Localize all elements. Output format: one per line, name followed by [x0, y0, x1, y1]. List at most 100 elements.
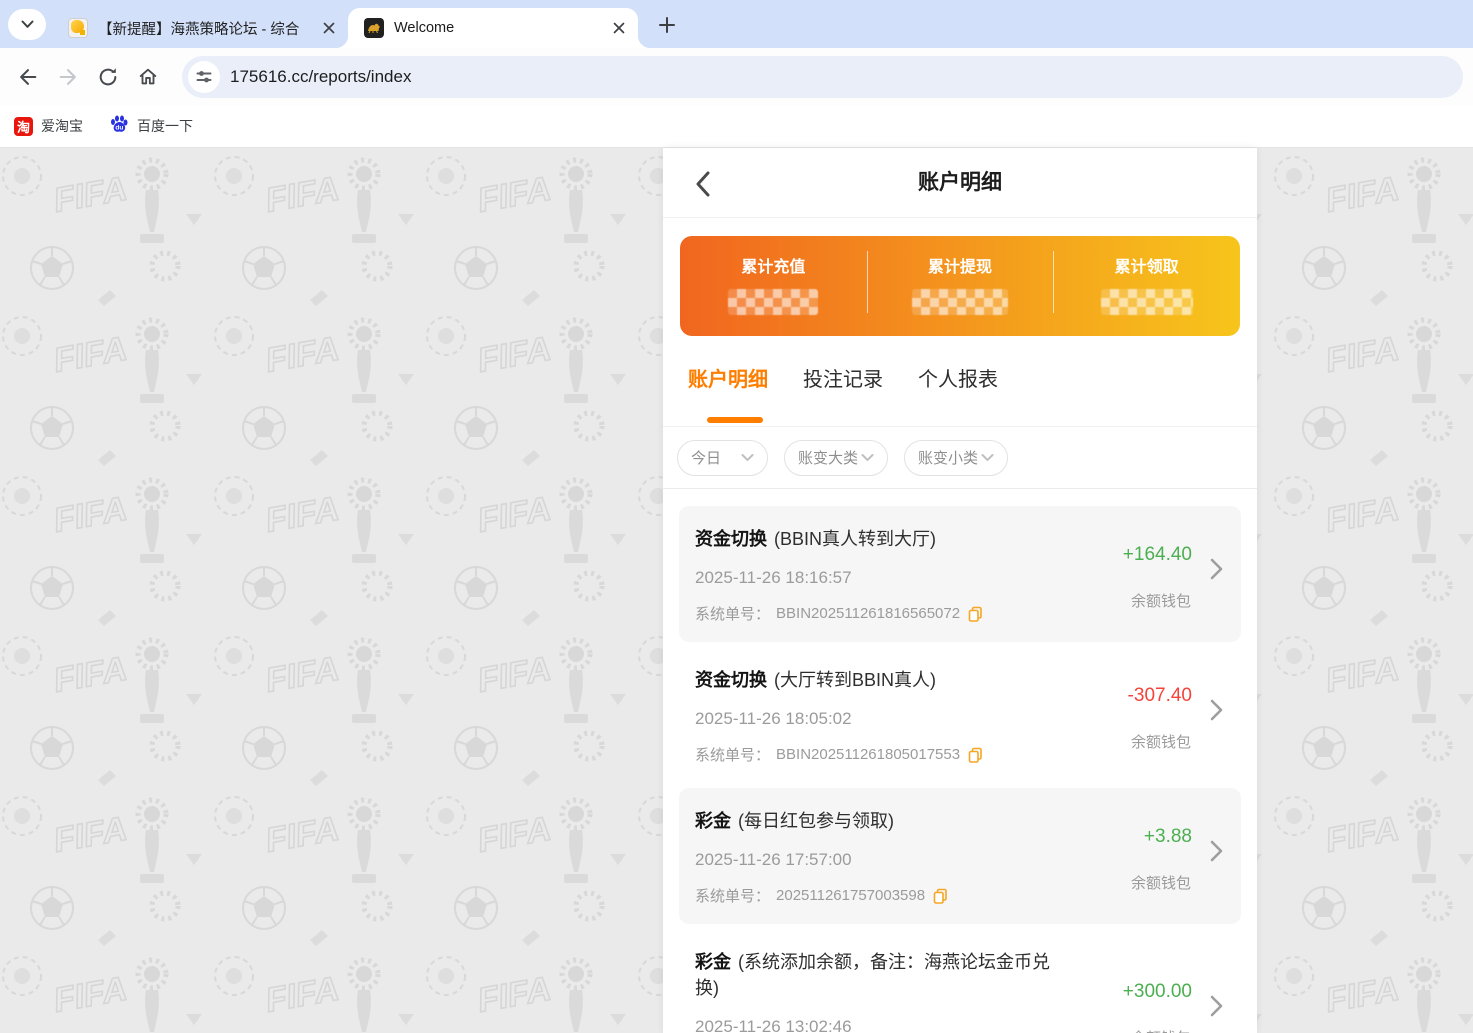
page-content: FIFA — [0, 148, 1473, 1033]
bookmark-item-1[interactable]: 淘爱淘宝 — [14, 116, 83, 136]
copy-button[interactable] — [968, 747, 983, 763]
back-nav-button[interactable] — [8, 57, 48, 97]
row-chevron-right[interactable] — [1210, 839, 1224, 868]
transaction-title: 资金切换 (大厅转到BBIN真人) — [695, 667, 1071, 693]
tab-title: 【新提醒】海燕策略论坛 - 综合 — [98, 21, 300, 38]
transaction-wallet: 余额钱包 — [1130, 875, 1191, 892]
transaction-type: 彩金 — [695, 811, 731, 831]
stat-2: 累计提现 — [866, 236, 1054, 336]
row-chevron-right[interactable] — [1210, 698, 1224, 727]
transaction-row[interactable]: 彩金 (系统添加余额，备注：海燕论坛金币兑换) 2025-11-26 13:02:4… — [679, 929, 1241, 1033]
transaction-row[interactable]: 彩金 (每日红包参与领取) 2025-11-26 17:57:00 系统单号： 2025… — [679, 788, 1241, 924]
chevron-down-icon — [861, 453, 874, 461]
masked-stat-value — [912, 289, 1008, 315]
chevron-down-icon — [741, 453, 754, 461]
browser-toolbar: 175616.cc/reports/index — [0, 48, 1473, 105]
svg-text:du: du — [115, 124, 123, 131]
transaction-description: (每日红包参与领取) — [738, 811, 894, 831]
copy-icon — [968, 606, 982, 622]
tab-search-button[interactable] — [8, 9, 46, 40]
stat-label: 累计充值 — [741, 259, 806, 276]
reload-icon — [99, 67, 117, 85]
order-label: 系统单号： — [695, 606, 771, 623]
transaction-wallet: 余额钱包 — [1130, 734, 1191, 751]
transaction-datetime: 2025-11-26 18:05:02 — [695, 709, 852, 728]
tab-个人报表[interactable]: 个人报表 — [918, 363, 998, 426]
transaction-amount: +300.00 — [1122, 981, 1192, 1002]
copy-button[interactable] — [968, 606, 983, 622]
arrow-left-icon — [20, 68, 37, 85]
masked-stat-value — [1100, 289, 1193, 315]
filter-dropdown-3[interactable]: 账变小类 — [904, 439, 1008, 476]
filter-dropdown-1[interactable]: 今日 — [677, 439, 768, 476]
transaction-order-row: 系统单号： 202511261757003598 — [695, 885, 1071, 906]
stat-1: 累计充值 — [680, 236, 867, 336]
site-settings-button[interactable] — [188, 60, 220, 93]
transaction-amount: -307.40 — [1127, 685, 1192, 706]
transaction-datetime: 2025-11-26 18:16:57 — [695, 568, 852, 587]
filter-bar: 今日 账变大类 账变小类 — [663, 427, 1257, 489]
transaction-row[interactable]: 资金切换 (大厅转到BBIN真人) 2025-11-26 18:05:02 系统单号：… — [679, 647, 1241, 783]
row-chevron-right[interactable] — [1210, 557, 1224, 586]
address-bar[interactable]: 175616.cc/reports/index — [182, 55, 1463, 98]
new-tab-button[interactable] — [650, 8, 684, 42]
bookmark-item-2[interactable]: du 百度一下 — [109, 114, 193, 139]
taobao-icon: 淘 — [14, 116, 33, 136]
transaction-wallet: 余额钱包 — [1130, 593, 1191, 610]
plus-icon — [659, 17, 675, 33]
reload-button[interactable] — [88, 57, 128, 97]
home-button[interactable] — [128, 57, 168, 97]
home-icon — [139, 68, 157, 84]
transaction-title: 彩金 (系统添加余额，备注：海燕论坛金币兑换) — [695, 949, 1071, 1001]
filter-dropdown-2[interactable]: 账变大类 — [784, 439, 888, 476]
chevron-left-icon — [696, 171, 710, 197]
row-chevron-right[interactable] — [1210, 994, 1224, 1023]
account-detail-panel: 账户明细 累计充值 累计提现 累计领取 账户明细 投注记录 个人报表 今日 账变大类 账变小… — [663, 148, 1257, 1033]
tune-icon — [196, 70, 212, 82]
browser-window: 【新提醒】海燕策略论坛 - 综合 Welcome 175616.cc/repor… — [0, 0, 1473, 1033]
transaction-type: 资金切换 — [695, 670, 767, 690]
url-text: 175616.cc/reports/index — [230, 66, 412, 86]
transaction-wallet: 余额钱包 — [1131, 1027, 1191, 1033]
masked-stat-value — [728, 289, 819, 315]
chevron-down-icon — [861, 449, 874, 467]
order-label: 系统单号： — [695, 888, 771, 905]
bookmarks-bar: 淘爱淘宝 du 百度一下 — [0, 105, 1473, 148]
tab-投注记录[interactable]: 投注记录 — [803, 363, 883, 426]
transaction-type: 资金切换 — [695, 529, 767, 549]
tab-list: 【新提醒】海燕策略论坛 - 综合 Welcome — [52, 8, 650, 48]
transaction-title: 彩金 (每日红包参与领取) — [695, 808, 1071, 834]
page-title: 账户明细 — [918, 171, 1002, 194]
chevron-right-icon — [1210, 558, 1223, 580]
chevron-right-icon — [1210, 840, 1223, 862]
transaction-order-row: 系统单号： BBIN202511261816565072 — [695, 603, 1071, 624]
chevron-down-icon — [741, 449, 754, 467]
gold-emblem-icon — [368, 23, 380, 34]
order-number: 202511261757003598 — [776, 887, 926, 904]
order-number: BBIN202511261805017553 — [776, 746, 961, 763]
arrow-right-icon — [59, 68, 76, 85]
copy-button[interactable] — [933, 888, 948, 904]
close-icon — [323, 22, 335, 34]
chevron-down-icon — [21, 20, 33, 28]
forward-nav-button[interactable] — [48, 57, 88, 97]
filter-label: 账变小类 — [918, 450, 979, 467]
browser-tab-2[interactable]: Welcome — [336, 8, 650, 48]
chevron-down-icon — [981, 453, 994, 461]
back-button[interactable] — [689, 170, 717, 198]
report-tabs: 账户明细 投注记录 个人报表 — [663, 336, 1257, 427]
tab-strip: 【新提醒】海燕策略论坛 - 综合 Welcome — [0, 0, 1473, 48]
tab-close-button[interactable] — [610, 19, 628, 37]
copy-icon — [968, 747, 982, 763]
baidu-paw-icon: du — [109, 114, 129, 139]
order-number: BBIN202511261816565072 — [776, 605, 961, 622]
transaction-datetime: 2025-11-26 17:57:00 — [695, 850, 852, 869]
close-icon — [613, 22, 625, 34]
tab-title: Welcome — [394, 20, 455, 36]
transaction-list: 资金切换 (BBIN真人转到大厅) 2025-11-26 18:16:57 系统单号：… — [663, 489, 1257, 1033]
forum-yellow-icon — [68, 18, 88, 38]
transaction-row[interactable]: 资金切换 (BBIN真人转到大厅) 2025-11-26 18:16:57 系统单号：… — [679, 506, 1241, 642]
browser-tab-1[interactable]: 【新提醒】海燕策略论坛 - 综合 — [52, 8, 348, 48]
tab-close-button[interactable] — [320, 19, 338, 37]
chevron-down-icon — [981, 449, 994, 467]
